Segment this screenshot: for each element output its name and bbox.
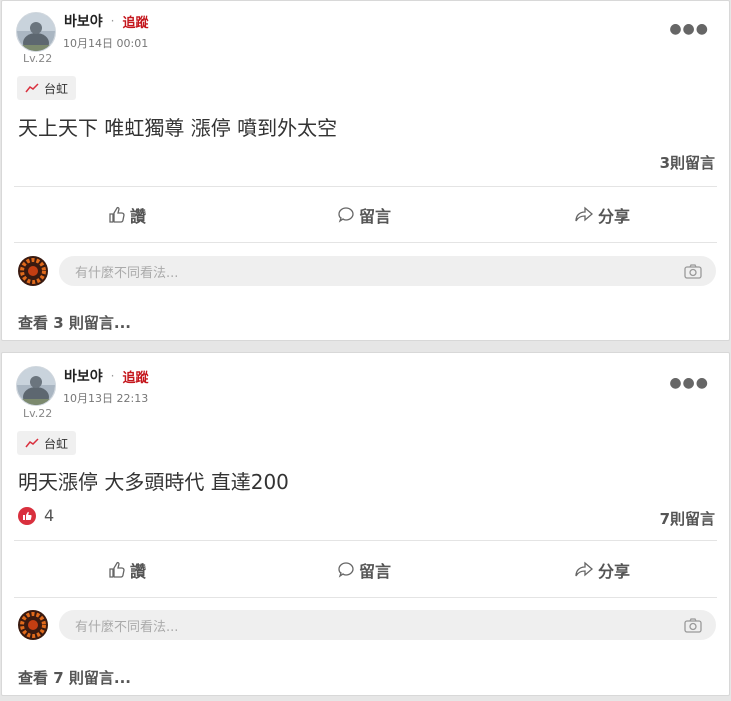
post-content: 明天漲停 大多頭時代 直達200 (18, 470, 289, 494)
separator-dot: · (110, 369, 115, 383)
current-user-avatar (18, 256, 48, 286)
divider (14, 540, 717, 541)
author-name[interactable]: 바보야 (64, 366, 103, 386)
divider (14, 242, 717, 243)
like-summary[interactable]: 4 (18, 506, 54, 525)
comment-input[interactable]: 有什麼不同看法... (59, 256, 716, 286)
like-button[interactable]: 讚 (108, 203, 146, 227)
trend-icon (25, 83, 39, 93)
current-user-avatar (18, 610, 48, 640)
like-label: 讚 (130, 562, 147, 581)
divider (14, 186, 717, 187)
follow-button[interactable]: 追蹤 (122, 367, 148, 386)
trend-icon (25, 438, 39, 448)
share-arrow-icon (575, 206, 593, 222)
comment-label: 留言 (359, 562, 392, 581)
thumbs-up-icon (109, 561, 125, 578)
follow-button[interactable]: 追蹤 (122, 12, 148, 31)
share-button[interactable]: 分享 (574, 558, 630, 582)
comment-button[interactable]: 留言 (337, 558, 391, 582)
thumbs-up-icon (109, 206, 125, 223)
stock-tag-label: 台虹 (44, 81, 69, 96)
comment-bubble-icon (338, 207, 354, 223)
post-timestamp: 10月13日 22:13 (63, 392, 149, 405)
more-options-icon[interactable]: ●●● (669, 21, 709, 37)
camera-icon[interactable] (684, 617, 702, 633)
post-timestamp: 10月14日 00:01 (63, 37, 149, 50)
comment-placeholder: 有什麼不同看法... (75, 265, 179, 281)
comment-bubble-icon (338, 562, 354, 578)
like-label: 讚 (130, 207, 147, 226)
share-button[interactable]: 分享 (574, 203, 630, 227)
more-options-icon[interactable]: ●●● (669, 375, 709, 391)
author-avatar[interactable] (16, 12, 56, 52)
share-label: 分享 (598, 207, 631, 226)
divider (14, 597, 717, 598)
like-button[interactable]: 讚 (108, 558, 146, 582)
user-level: Lv.22 (23, 52, 53, 65)
post-card: 바보야 · 追蹤 10月14日 00:01 Lv.22 ●●● 台虹 天上天下 … (1, 0, 730, 341)
comment-label: 留言 (359, 207, 392, 226)
like-count: 4 (44, 506, 55, 525)
post-card: 바보야 · 追蹤 10月13日 22:13 Lv.22 ●●● 台虹 明天漲停 … (1, 352, 730, 696)
author-avatar[interactable] (16, 366, 56, 406)
like-badge-icon (18, 506, 36, 525)
stock-tag[interactable]: 台虹 (17, 431, 77, 455)
view-all-comments-link[interactable]: 查看 7 則留言... (18, 667, 131, 688)
comments-count[interactable]: 3則留言 (660, 152, 715, 173)
post-content: 天上天下 唯虹獨尊 漲停 噴到外太空 (18, 116, 338, 140)
author-name[interactable]: 바보야 (64, 11, 103, 31)
comment-placeholder: 有什麼不同看法... (75, 619, 179, 635)
stock-tag-label: 台虹 (44, 436, 69, 451)
share-arrow-icon (575, 561, 593, 577)
camera-icon[interactable] (684, 263, 702, 279)
view-all-comments-link[interactable]: 查看 3 則留言... (18, 312, 131, 333)
comments-count[interactable]: 7則留言 (660, 508, 715, 529)
comment-button[interactable]: 留言 (337, 203, 391, 227)
share-label: 分享 (598, 562, 631, 581)
user-level: Lv.22 (23, 407, 53, 420)
separator-dot: · (110, 14, 115, 28)
stock-tag[interactable]: 台虹 (17, 76, 77, 100)
comment-input[interactable]: 有什麼不同看法... (59, 610, 716, 640)
